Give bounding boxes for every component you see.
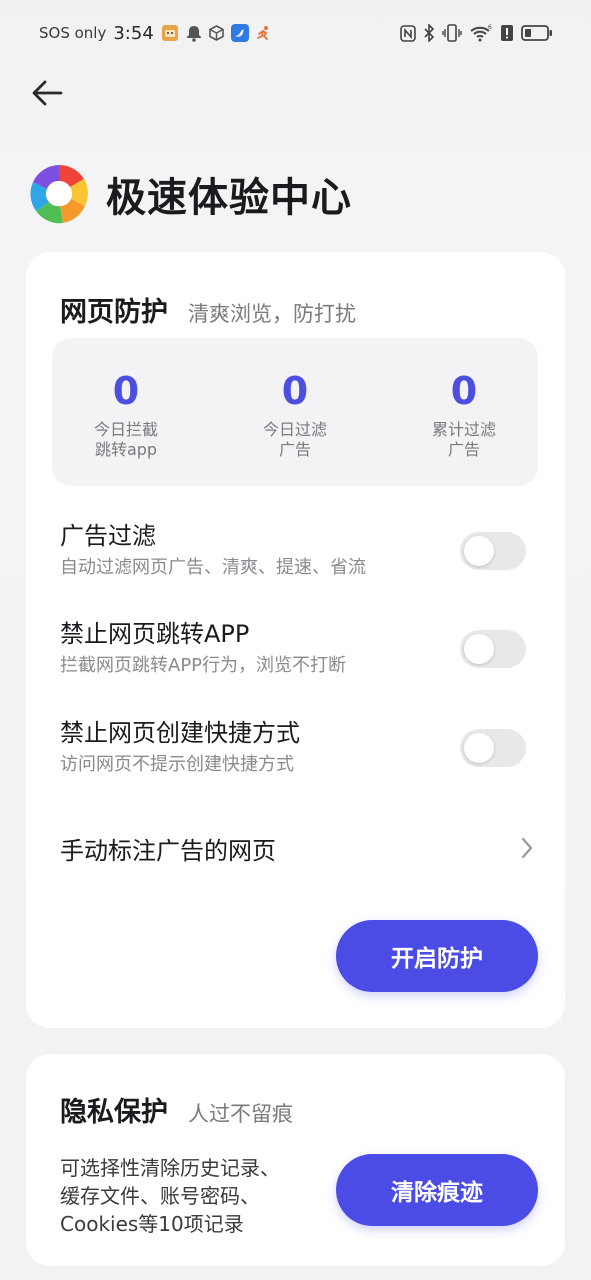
status-right: 6 [400,24,553,42]
svg-text:6: 6 [488,24,492,31]
nfc-icon [400,24,416,42]
app-logo-icon [30,164,88,224]
setting-ad-filter: 广告过滤 自动过滤网页广告、清爽、提速、省流 [60,520,530,590]
stat-filtered-today: 0 今日过滤 广告 [220,368,370,460]
status-left: SOS only 3:54 [39,21,272,45]
stat-label-line1: 今日拦截 [93,420,158,439]
ad-filter-toggle[interactable] [460,532,526,570]
stat-label-line1: 今日过滤 [262,420,327,439]
page-header: 极速体验中心 [28,162,352,226]
clear-traces-button[interactable]: 清除痕迹 [336,1154,538,1226]
bird-app-icon [230,24,249,42]
toggle-knob [464,536,494,566]
toggle-knob [464,634,494,664]
wifi-icon: 6 [469,24,493,42]
setting-block-app-jump: 禁止网页跳转APP 拦截网页跳转APP行为，浏览不打断 [60,618,530,688]
stat-label-line2: 广告 [278,440,311,459]
stat-value: 0 [281,369,309,413]
clock-text: 3:54 [113,22,154,44]
privacy-desc-line1: 可选择性清除历史记录、 [60,1156,280,1180]
privacy-header: 隐私保护 人过不留痕 [60,1090,293,1129]
stat-label-line2: 跳转app [94,440,158,459]
manual-ad-pages-label: 手动标注广告的网页 [60,836,276,865]
web-protect-card: 网页防护 清爽浏览，防打扰 0 今日拦截 跳转app 0 今日过滤 广告 0 累… [26,252,565,1028]
privacy-desc-line3: Cookies等10项记录 [60,1212,244,1236]
privacy-card: 隐私保护 人过不留痕 可选择性清除历史记录、 缓存文件、账号密码、 Cookie… [26,1054,565,1266]
box-icon [208,25,224,41]
bluetooth-icon [423,24,435,42]
back-button[interactable] [26,72,68,114]
status-bar: SOS only 3:54 6 [0,0,591,66]
enable-protection-button[interactable]: 开启防护 [336,920,538,992]
privacy-title: 隐私保护 [60,1097,168,1128]
bell-icon [186,25,202,42]
stat-blocked-jumps: 0 今日拦截 跳转app [51,368,201,460]
runner-app-icon [256,25,272,41]
arrow-left-icon [32,80,63,106]
privacy-subtitle: 人过不留痕 [188,1102,293,1126]
stats-panel: 0 今日拦截 跳转app 0 今日过滤 广告 0 累计过滤 广告 [52,338,538,486]
web-protect-header: 网页防护 清爽浏览，防打扰 [60,290,356,329]
chevron-right-icon [521,837,533,859]
stat-value: 0 [112,369,140,413]
app-avatar-icon [161,24,179,42]
block-app-jump-toggle[interactable] [460,630,526,668]
setting-block-shortcut: 禁止网页创建快捷方式 访问网页不提示创建快捷方式 [60,717,530,787]
block-shortcut-toggle[interactable] [460,729,526,767]
alert-icon [500,24,514,42]
stat-label-line1: 累计过滤 [431,420,496,439]
stat-value: 0 [450,369,478,413]
stat-filtered-total: 0 累计过滤 广告 [389,368,539,460]
vibrate-icon [442,24,462,42]
privacy-description: 可选择性清除历史记录、 缓存文件、账号密码、 Cookies等10项记录 [60,1154,330,1238]
battery-icon [521,24,553,42]
carrier-text: SOS only [39,24,107,42]
setting-desc: 访问网页不提示创建快捷方式 [60,754,294,775]
page-title: 极速体验中心 [106,175,352,221]
manual-ad-pages-link[interactable]: 手动标注广告的网页 [60,828,534,868]
privacy-desc-line2: 缓存文件、账号密码、 [60,1184,260,1208]
setting-desc: 拦截网页跳转APP行为，浏览不打断 [60,655,347,676]
setting-desc: 自动过滤网页广告、清爽、提速、省流 [60,557,366,578]
web-protect-subtitle: 清爽浏览，防打扰 [188,302,356,326]
web-protect-title: 网页防护 [60,297,168,328]
toggle-knob [464,733,494,763]
stat-label-line2: 广告 [447,440,480,459]
